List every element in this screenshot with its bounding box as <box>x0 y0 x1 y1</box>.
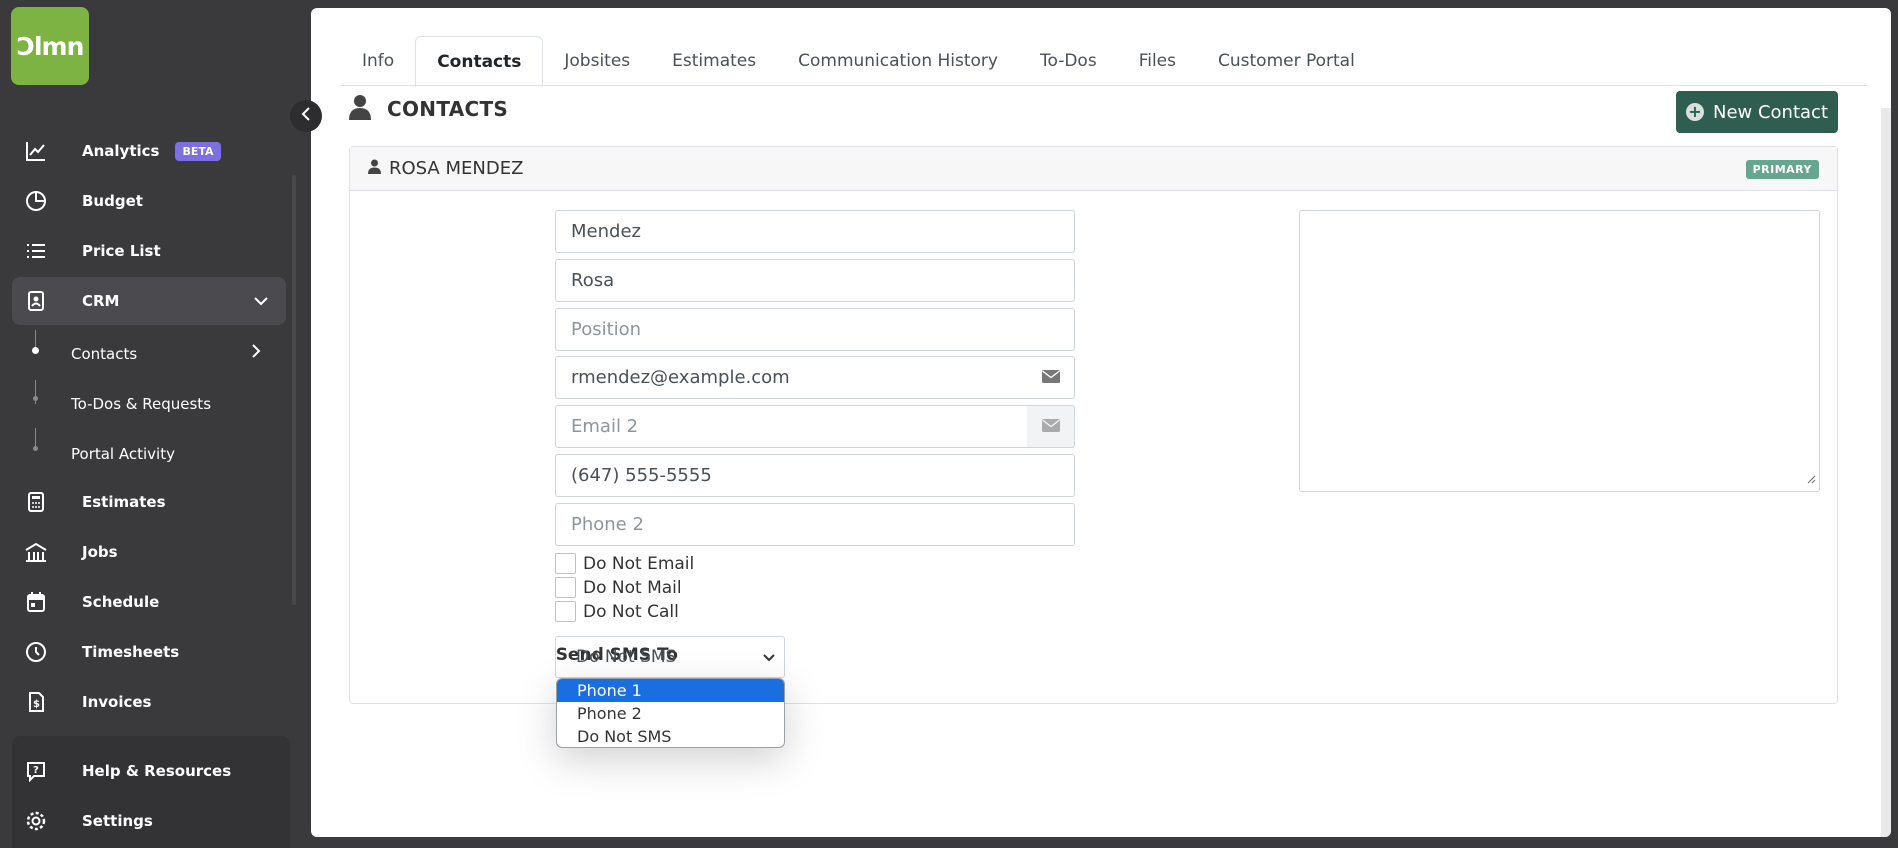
sidebar-item-label: Jobs <box>82 543 118 561</box>
building-icon <box>24 540 48 564</box>
position-field[interactable]: Position <box>555 308 1075 351</box>
send-email2-button[interactable] <box>1027 405 1075 448</box>
sidebar-collapse-button[interactable] <box>290 100 322 132</box>
envelope-icon <box>1041 368 1060 387</box>
firstname-field[interactable]: Rosa <box>555 259 1075 302</box>
chevron-left-icon <box>299 106 313 126</box>
sidebar-item-label: Invoices <box>82 693 152 711</box>
sidebar-item-settings[interactable]: Settings <box>12 797 286 845</box>
sms-option-phone2[interactable]: Phone 2 <box>557 702 784 725</box>
section-header: CONTACTS <box>349 94 508 124</box>
svg-text:?: ? <box>33 765 39 776</box>
tab-info[interactable]: Info <box>341 36 415 86</box>
beta-badge: BETA <box>175 141 221 161</box>
sidebar-item-schedule[interactable]: Schedule <box>12 578 286 626</box>
tree-dot <box>33 396 38 401</box>
help-icon: ? <box>24 759 48 783</box>
email1-field[interactable]: rmendez@example.com <box>555 356 1028 399</box>
do-not-email-checkbox[interactable]: Do Not Email <box>555 553 694 574</box>
sms-option-do-not-sms[interactable]: Do Not SMS <box>557 725 784 747</box>
sms-option-phone1[interactable]: Phone 1 <box>557 679 784 702</box>
app-logo[interactable]: Ɔlmn <box>11 7 89 85</box>
calculator-icon <box>24 490 48 514</box>
sidebar-item-timesheets[interactable]: Timesheets <box>12 628 286 676</box>
email2-field[interactable]: Email 2 <box>555 405 1028 448</box>
checkbox-label: Do Not Call <box>583 601 679 622</box>
tree-dot <box>33 446 38 451</box>
sidebar-item-help-resources[interactable]: ? Help & Resources <box>12 747 286 795</box>
sidebar: Ɔlmn Analytics BETA Budget Price List CR… <box>0 0 300 848</box>
notes-textarea[interactable] <box>1299 210 1820 492</box>
list-icon <box>24 239 48 263</box>
tab-contacts[interactable]: Contacts <box>415 36 544 87</box>
do-not-mail-checkbox[interactable]: Do Not Mail <box>555 577 682 598</box>
new-contact-button[interactable]: + New Contact <box>1676 91 1838 133</box>
contact-card-header: ROSA MENDEZ PRIMARY <box>350 147 1837 191</box>
primary-badge: PRIMARY <box>1745 160 1819 179</box>
chevron-down-icon[interactable] <box>252 292 270 314</box>
chevron-down-icon <box>762 650 776 670</box>
sidebar-item-label: Estimates <box>82 493 166 511</box>
section-title: CONTACTS <box>387 97 509 121</box>
tree-dot-active <box>32 347 39 354</box>
main-panel: Info Contacts Jobsites Estimates Communi… <box>311 8 1891 837</box>
line-chart-icon <box>24 139 48 163</box>
user-icon <box>349 94 371 124</box>
contact-name: ROSA MENDEZ <box>389 158 524 179</box>
send-email1-button[interactable] <box>1027 356 1075 399</box>
checkbox-label: Do Not Mail <box>583 577 682 598</box>
phone1-field[interactable]: (647) 555-5555 <box>555 454 1075 497</box>
checkbox-box[interactable] <box>555 553 576 574</box>
sidebar-item-label: Budget <box>82 192 143 210</box>
main-scrollbar[interactable] <box>1881 108 1891 837</box>
sidebar-item-jobs[interactable]: Jobs <box>12 528 286 576</box>
send-sms-dropdown-list: Phone 1 Phone 2 Do Not SMS <box>556 678 785 748</box>
envelope-icon <box>1041 417 1060 436</box>
plus-circle-icon: + <box>1685 103 1704 121</box>
gear-icon <box>24 809 48 833</box>
user-icon <box>368 159 381 178</box>
sidebar-subitem-contacts[interactable]: Contacts <box>71 345 137 363</box>
contact-card-icon <box>24 289 48 313</box>
sidebar-item-label: Price List <box>82 242 161 260</box>
sidebar-item-label: Timesheets <box>82 643 180 661</box>
sidebar-subitem-todos-requests[interactable]: To-Dos & Requests <box>71 395 211 413</box>
tab-estimates[interactable]: Estimates <box>651 36 777 86</box>
sidebar-item-label: Schedule <box>82 593 160 611</box>
sidebar-item-price-list[interactable]: Price List <box>12 227 286 275</box>
new-contact-label: New Contact <box>1712 101 1828 123</box>
tab-files[interactable]: Files <box>1118 36 1197 86</box>
svg-text:$: $ <box>33 699 40 710</box>
checkbox-box[interactable] <box>555 577 576 598</box>
tab-jobsites[interactable]: Jobsites <box>543 36 651 86</box>
sidebar-item-invoices[interactable]: $ Invoices <box>12 678 286 726</box>
send-sms-select[interactable]: Do Not SMS <box>555 636 785 678</box>
sidebar-subitem-portal-activity[interactable]: Portal Activity <box>71 445 175 463</box>
calendar-icon <box>24 590 48 614</box>
tab-bar: Info Contacts Jobsites Estimates Communi… <box>341 28 1867 87</box>
sidebar-item-analytics[interactable]: Analytics BETA <box>12 127 286 175</box>
send-sms-selected-value: Do Not SMS <box>576 647 677 667</box>
sidebar-item-budget[interactable]: Budget <box>12 177 286 225</box>
lastname-field[interactable]: Mendez <box>555 210 1075 253</box>
sidebar-item-label: Help & Resources <box>82 762 232 780</box>
tab-customer-portal[interactable]: Customer Portal <box>1197 36 1376 86</box>
sidebar-item-label: Settings <box>82 812 153 830</box>
chevron-right-icon[interactable] <box>248 342 264 364</box>
do-not-call-checkbox[interactable]: Do Not Call <box>555 601 679 622</box>
resize-handle-icon[interactable] <box>1806 469 1816 488</box>
pie-chart-icon <box>24 189 48 213</box>
checkbox-box[interactable] <box>555 601 576 622</box>
sidebar-item-estimates[interactable]: Estimates <box>12 478 286 526</box>
tab-todos[interactable]: To-Dos <box>1019 36 1118 86</box>
sidebar-item-label: Analytics <box>82 142 160 160</box>
tab-communication-history[interactable]: Communication History <box>777 36 1019 86</box>
sidebar-item-crm[interactable]: CRM <box>12 277 286 325</box>
checkbox-label: Do Not Email <box>583 553 695 574</box>
invoice-icon: $ <box>24 690 48 714</box>
phone2-field[interactable]: Phone 2 <box>555 503 1075 546</box>
sidebar-item-label: CRM <box>82 292 120 310</box>
clock-icon <box>24 640 48 664</box>
sidebar-scrollbar[interactable] <box>292 175 296 605</box>
